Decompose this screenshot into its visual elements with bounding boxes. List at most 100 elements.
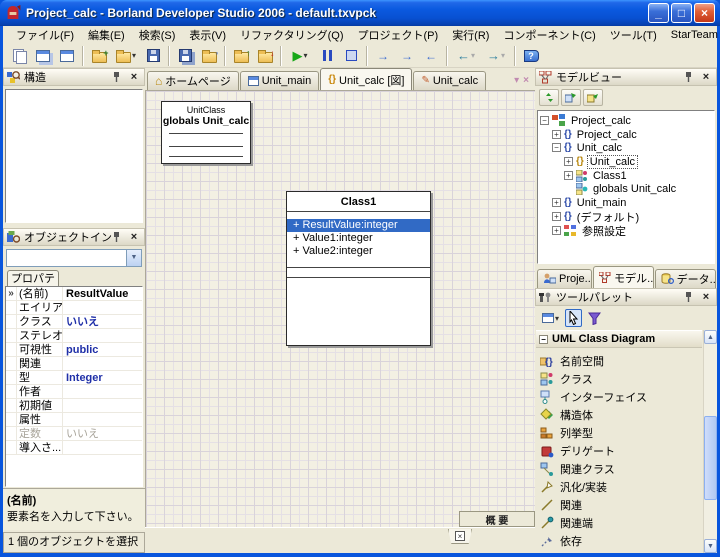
property-row[interactable]: 作者 bbox=[6, 385, 142, 399]
menu-view[interactable]: 表示(V) bbox=[182, 25, 233, 45]
palette-item-delegate[interactable]: デリゲート bbox=[536, 442, 702, 460]
palette-dropdown-icon[interactable]: ▾ bbox=[555, 314, 559, 323]
property-row[interactable]: 属性 bbox=[6, 413, 142, 427]
expand-icon[interactable]: + bbox=[552, 226, 561, 235]
tree-node-project[interactable]: + {} Project_calc bbox=[552, 128, 639, 141]
class-attribute-selected[interactable]: + ResultValue:integer bbox=[287, 219, 430, 232]
tab-project-manager[interactable]: Proje... bbox=[537, 269, 593, 288]
tree-node-references[interactable]: + 参照設定 bbox=[552, 223, 628, 239]
pin-icon[interactable] bbox=[113, 72, 127, 82]
close-pane-icon[interactable]: × bbox=[699, 70, 713, 84]
scrollbar-thumb[interactable] bbox=[704, 416, 717, 500]
palette-item-struct[interactable]: 構造体 bbox=[536, 406, 702, 424]
tree-node-globals[interactable]: globals Unit_calc bbox=[576, 182, 678, 195]
tree-node-unit-main[interactable]: + {} Unit_main bbox=[552, 196, 628, 209]
menu-run[interactable]: 実行(R) bbox=[445, 25, 496, 45]
class-name[interactable]: Class1 bbox=[287, 192, 430, 212]
tab-unit-calc-diagram[interactable]: {} Unit_calc [図] bbox=[320, 68, 413, 90]
new-file-button[interactable]: + bbox=[87, 45, 111, 67]
expand-icon[interactable]: + bbox=[552, 198, 561, 207]
tab-model-view[interactable]: モデル... bbox=[593, 266, 654, 288]
expand-icon[interactable]: + bbox=[552, 212, 561, 221]
expand-icon[interactable]: + bbox=[552, 130, 561, 139]
tree-node-class1[interactable]: + Class1 bbox=[564, 169, 629, 182]
palette-options-button[interactable]: ▾ bbox=[539, 309, 562, 327]
view-selector-button[interactable]: ▾ bbox=[514, 75, 519, 86]
palette-item-enum[interactable]: 列挙型 bbox=[536, 424, 702, 442]
pin-icon[interactable] bbox=[113, 232, 127, 242]
save-all-button[interactable] bbox=[173, 45, 197, 67]
pointer-tool-button[interactable] bbox=[565, 309, 583, 327]
property-value[interactable] bbox=[63, 357, 142, 370]
uml-package-box[interactable]: UnitClass globals Unit_calc bbox=[161, 101, 251, 164]
step-over-button[interactable]: → bbox=[395, 45, 419, 67]
menu-file[interactable]: ファイル(F) bbox=[9, 25, 81, 45]
tool-palette-header[interactable]: ツールパレット × bbox=[535, 288, 717, 306]
tab-unit-calc[interactable]: ✎ Unit_calc bbox=[413, 71, 487, 90]
program-reset-button[interactable] bbox=[339, 45, 363, 67]
property-value[interactable] bbox=[63, 441, 142, 454]
palette-item-generalization[interactable]: 汎化/実装 bbox=[536, 478, 702, 496]
property-value[interactable] bbox=[63, 413, 142, 426]
tree-label[interactable]: Project_calc bbox=[575, 129, 639, 141]
filter-button[interactable] bbox=[585, 309, 604, 327]
tree-label-selected[interactable]: Unit_calc bbox=[586, 154, 639, 169]
menu-starteam[interactable]: StarTeam bbox=[664, 27, 720, 43]
tree-label[interactable]: Class1 bbox=[591, 170, 629, 182]
tree-node-unit-calc-child[interactable]: + {} Unit_calc bbox=[564, 154, 639, 169]
back-dropdown-arrow-icon[interactable]: ▾ bbox=[471, 51, 475, 60]
collapse-icon[interactable]: − bbox=[552, 143, 561, 152]
scroll-up-button[interactable]: ▲ bbox=[704, 330, 717, 344]
property-row[interactable]: 関連 bbox=[6, 357, 142, 371]
collapse-icon[interactable]: − bbox=[540, 116, 549, 125]
tree-label[interactable]: Unit_main bbox=[575, 197, 629, 209]
tree-label[interactable]: Unit_calc bbox=[575, 142, 624, 154]
tree-label[interactable]: 参照設定 bbox=[580, 223, 628, 239]
palette-item-association-class[interactable]: 関連クラス bbox=[536, 460, 702, 478]
desktop-layout-button[interactable] bbox=[55, 45, 79, 67]
forward-dropdown-arrow-icon[interactable]: ▾ bbox=[501, 51, 505, 60]
browse-back-button[interactable]: ← ▾ bbox=[451, 45, 481, 67]
palette-item-association-end[interactable]: 関連端 bbox=[536, 514, 702, 532]
property-row[interactable]: 初期値 bbox=[6, 399, 142, 413]
tab-unit-main[interactable]: Unit_main bbox=[239, 71, 320, 90]
menu-tools[interactable]: ツール(T) bbox=[603, 25, 664, 45]
palette-item-partial[interactable] bbox=[536, 550, 702, 553]
minimize-button[interactable]: _ bbox=[648, 3, 669, 23]
property-row[interactable]: 可視性 public bbox=[6, 343, 142, 357]
class-attribute[interactable]: + Value2:integer bbox=[287, 245, 430, 258]
property-value[interactable]: ResultValue bbox=[63, 287, 142, 300]
pin-icon[interactable] bbox=[685, 72, 699, 82]
close-pane-icon[interactable]: × bbox=[699, 290, 713, 304]
palette-item-namespace[interactable]: {} 名前空間 bbox=[536, 352, 702, 370]
close-pane-icon[interactable]: × bbox=[127, 230, 141, 244]
property-row[interactable]: 型 Integer bbox=[6, 371, 142, 385]
palette-category-header[interactable]: − UML Class Diagram bbox=[536, 330, 702, 348]
menu-search[interactable]: 検索(S) bbox=[132, 25, 183, 45]
property-value[interactable] bbox=[63, 399, 142, 412]
menu-refactor[interactable]: リファクタリング(Q) bbox=[233, 25, 350, 45]
combobox-dropdown-icon[interactable]: ▼ bbox=[126, 250, 141, 266]
property-row[interactable]: ステレオ... bbox=[6, 329, 142, 343]
help-button[interactable]: ? bbox=[519, 45, 543, 67]
open-dropdown-arrow-icon[interactable]: ▾ bbox=[132, 51, 136, 60]
property-value[interactable] bbox=[63, 385, 142, 398]
trace-into-button[interactable]: → bbox=[371, 45, 395, 67]
new-items-button[interactable] bbox=[7, 45, 31, 67]
uml-class-box[interactable]: Class1 + ResultValue:integer + Value1:in… bbox=[286, 191, 431, 346]
inspector-pane-header[interactable]: オブジェクトインスペ... × bbox=[3, 228, 145, 246]
model-view-header[interactable]: モデルビュー × bbox=[535, 68, 717, 86]
remove-from-project-button[interactable]: ↓ bbox=[253, 45, 277, 67]
tree-node-project-root[interactable]: − Project_calc bbox=[540, 114, 633, 127]
structure-list[interactable] bbox=[5, 89, 143, 223]
pause-button[interactable] bbox=[315, 45, 339, 67]
run-dropdown-arrow-icon[interactable]: ▾ bbox=[303, 51, 307, 60]
palette-scrollbar[interactable]: ▲ ▼ bbox=[703, 330, 717, 553]
diagram-canvas[interactable]: UnitClass globals Unit_calc Class1 + Res… bbox=[145, 90, 535, 527]
menu-component[interactable]: コンポーネント(C) bbox=[496, 25, 602, 45]
open-diagram-button[interactable] bbox=[561, 89, 581, 106]
palette-item-association[interactable]: 関連 bbox=[536, 496, 702, 514]
palette-item-dependency[interactable]: 依存 bbox=[536, 532, 702, 550]
refresh-model-button[interactable] bbox=[539, 89, 559, 106]
expand-icon[interactable]: + bbox=[564, 157, 573, 166]
